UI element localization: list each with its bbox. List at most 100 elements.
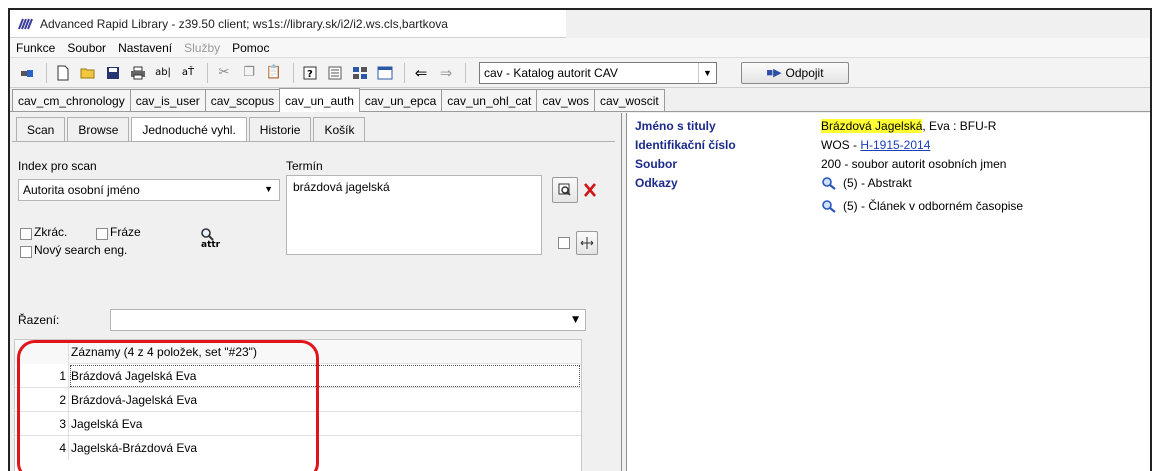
menu-pomoc[interactable]: Pomoc [232,41,269,55]
chevron-down-icon: ▼ [264,184,273,194]
database-tabs: cav_cm_chronology cav_is_user cav_scopus… [10,88,1150,112]
open-folder-icon[interactable] [77,62,99,84]
id-link[interactable]: H-1915-2014 [860,138,930,152]
new-engine-label: Nový search eng. [34,243,128,257]
format-text-alt-icon[interactable]: aŤ [177,62,199,84]
tab-cav-un-ohl-cat[interactable]: cav_un_ohl_cat [441,89,538,111]
file-key: Soubor [635,157,677,171]
file-value: 200 - soubor autorit osobních jmen [821,157,1007,171]
database-select[interactable]: cav - Katalog autorit CAV ▼ [479,61,717,84]
attr-button[interactable]: attr [194,227,224,255]
tab-cav-un-epca[interactable]: cav_un_epca [358,89,443,111]
connect-icon[interactable] [16,62,38,84]
results-header-row: Záznamy (4 z 4 položek, set "#23") [15,339,581,364]
table-row[interactable]: 4 Jagelská-Brázdová Eva [15,436,581,460]
row-text: Brázdová-Jagelská Eva [71,392,198,407]
cut-icon[interactable]: ✂ [213,62,235,84]
svg-text:?: ? [307,69,313,80]
menu-sluzby[interactable]: Služby [184,41,220,55]
detail-row-name: Jméno s tituly Brázdová Jagelská, Eva : … [635,119,1023,138]
magnifier-icon [201,228,214,241]
index-select-value: Autorita osobní jméno [23,183,140,197]
tab-cav-wos[interactable]: cav_wos [536,89,596,111]
app-window: Advanced Rapid Library - z39.50 client; … [8,8,1152,471]
tab-cav-is-user[interactable]: cav_is_user [129,89,206,111]
grid-icon[interactable] [349,62,371,84]
clear-button[interactable] [582,179,598,201]
tab-cav-un-auth[interactable]: cav_un_auth [279,88,360,112]
search-mode-tabs: Scan Browse Jednoduché vyhl. Historie Ko… [16,117,367,141]
row-text: Jagelská Eva [71,416,143,431]
table-row[interactable]: 1 Brázdová Jagelská Eva [15,363,581,388]
toolbar-separator [404,62,405,83]
copy-icon[interactable]: ❐ [238,62,260,84]
phrase-checkbox[interactable] [96,228,108,240]
tab-basket[interactable]: Košík [313,117,366,141]
resize-button[interactable] [576,231,598,255]
magnifier-icon [821,176,839,190]
id-key: Identifikační číslo [635,138,736,152]
phrase-label: Fráze [110,225,141,239]
row-number: 3 [15,411,69,436]
table-row[interactable]: 3 Jagelská Eva [15,411,581,436]
database-select-value: cav - Katalog autorit CAV [484,65,618,80]
close-icon [584,183,596,197]
attr-label: attr [201,240,221,250]
window-icon[interactable] [374,62,396,84]
detail-row-id: Identifikační číslo WOS - H-1915-2014 [635,138,1023,157]
tab-cav-cm-chronology[interactable]: cav_cm_chronology [12,89,131,111]
toolbar: ab| aŤ ✂ ❐ 📋 ? ⇐ ⇒ cav - Katalog autorit… [10,58,1150,88]
menu-bar: Funkce Soubor Nastavení Služby Pomoc [10,38,1150,58]
term-input[interactable]: brázdová jagelská [286,175,542,255]
disconnect-label: Odpojit [785,65,824,80]
ref-label: (5) - Článek v odborném časopise [843,199,1024,213]
magnifier-icon [821,199,839,213]
id-prefix: WOS - [821,138,861,152]
detail-row-refs: Odkazy (5) - Abstrakt (5) - Článek v odb… [635,176,1023,222]
main-content: Scan Browse Jednoduché vyhl. Historie Ko… [10,113,1150,471]
toolbar-separator [46,62,47,83]
ref-item-article[interactable]: (5) - Článek v odborném časopise [821,199,1023,213]
menu-soubor[interactable]: Soubor [67,41,106,55]
split-arrows-icon [580,237,594,249]
toolbar-separator [293,62,294,83]
results-table: Záznamy (4 z 4 položek, set "#23") 1 Brá… [14,339,582,471]
table-row[interactable]: 2 Brázdová-Jagelská Eva [15,387,581,412]
new-engine-checkbox[interactable] [20,246,32,258]
disconnect-button[interactable]: ■▶ Odpojit [741,61,849,84]
form-icon[interactable] [324,62,346,84]
row-number: 4 [15,436,69,460]
format-text-icon[interactable]: ab| [152,62,174,84]
row-number: 1 [15,363,69,388]
back-arrow-icon[interactable]: ⇐ [410,62,432,84]
tab-browse[interactable]: Browse [67,117,130,141]
forward-arrow-icon[interactable]: ⇒ [435,62,457,84]
chevron-down-icon: ▼ [698,62,716,83]
save-icon[interactable] [102,62,124,84]
sort-label: Řazení: [18,313,60,327]
row-number: 2 [15,387,69,412]
tab-history[interactable]: Historie [248,117,312,141]
refs-list: (5) - Abstrakt (5) - Článek v odborném č… [821,176,1023,222]
ref-item-abstract[interactable]: (5) - Abstrakt [821,176,1023,190]
print-icon[interactable] [127,62,149,84]
tab-simple-search[interactable]: Jednoduché vyhl. [131,117,247,141]
paste-icon[interactable]: 📋 [263,62,285,84]
tab-scan[interactable]: Scan [16,117,66,141]
option-checkbox[interactable] [558,237,570,249]
abbrev-checkbox[interactable] [20,228,32,240]
new-document-icon[interactable] [52,62,74,84]
row-number-header [15,339,69,364]
menu-nastaveni[interactable]: Nastavení [118,41,172,55]
tab-cav-woscit[interactable]: cav_woscit [594,89,665,111]
id-value: WOS - H-1915-2014 [821,138,930,152]
menu-funkce[interactable]: Funkce [16,41,55,55]
search-button[interactable] [552,177,578,203]
sort-select[interactable]: ▼ [110,309,586,331]
help-icon[interactable]: ? [299,62,321,84]
tab-cav-scopus[interactable]: cav_scopus [204,89,281,111]
name-rest: , Eva : BFU-R [922,119,997,133]
index-select[interactable]: Autorita osobní jméno ▼ [18,179,280,201]
toolbar-separator [465,62,466,83]
name-value: Brázdová Jagelská, Eva : BFU-R [821,119,996,133]
